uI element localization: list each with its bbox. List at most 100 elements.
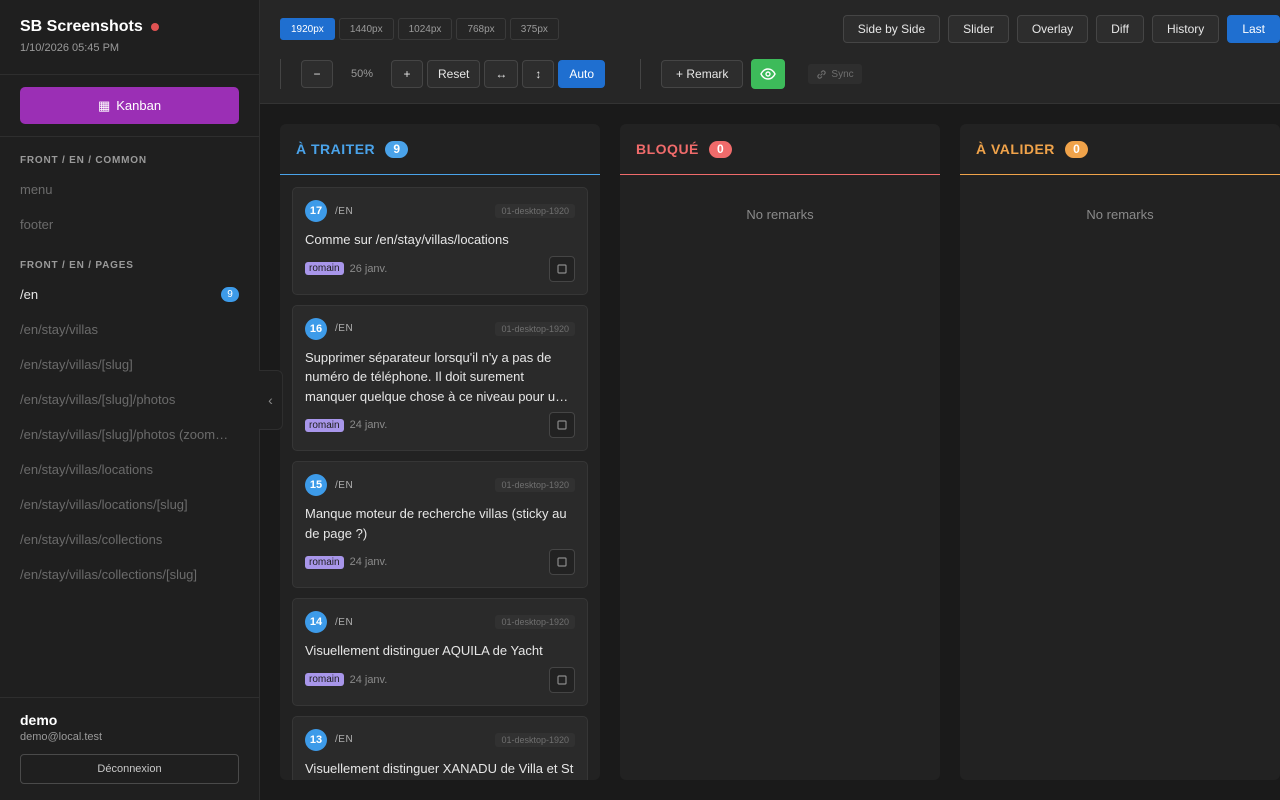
column-count-badge: 9 [385, 140, 409, 158]
kanban-wrap: ▦ Kanban [0, 75, 259, 137]
reset-button[interactable]: Reset [427, 60, 481, 88]
viewport-button[interactable]: 1920px [280, 18, 335, 40]
column-header: BLOQUÉ 0 [620, 124, 940, 175]
sidebar-item-label: /en/stay/villas/[slug]/photos (zoom… [20, 427, 229, 442]
sidebar-item[interactable]: /en/stay/villas/locations [0, 452, 259, 487]
view-mode-button[interactable]: History [1151, 15, 1220, 43]
viewport-button[interactable]: 1024px [397, 18, 453, 40]
link-icon [817, 69, 827, 79]
divider [640, 59, 642, 89]
fit-height-button[interactable]: ↕ [522, 60, 555, 88]
view-mode-button[interactable]: Diff [1096, 15, 1144, 43]
sidebar-item[interactable]: /en/stay/villas/collections/[slug] [0, 557, 259, 592]
sidebar-footer: demo demo@local.test Déconnexion [0, 697, 259, 800]
sidebar-item[interactable]: /en/stay/villas/locations/[slug] [0, 487, 259, 522]
viewport-button[interactable]: 768px [456, 18, 506, 40]
remark-number-badge: 17 [305, 200, 327, 222]
viewport-selector: 1920px 1440px 1024px 768px 375px [280, 18, 559, 40]
eye-icon [760, 68, 777, 80]
app-title-text: SB Screenshots [20, 18, 143, 35]
remark-card[interactable]: 15/EN 01-desktop-1920 Manque moteur de rec… [292, 461, 588, 588]
main-area: 1920px 1440px 1024px 768px 375px Side by Sid… [260, 0, 1280, 800]
remark-number-badge: 14 [305, 611, 327, 633]
sidebar-section-title: FRONT / EN / PAGES [20, 260, 134, 271]
remark-card[interactable]: 17/EN 01-desktop-1920 Comme sur /en/stay/v… [292, 187, 588, 295]
sidebar-item[interactable]: /en 9 [0, 277, 259, 312]
sidebar-section-title: FRONT / EN / COMMON [20, 155, 147, 166]
card-page-path: /EN [335, 479, 354, 491]
card-meta: romain 24 janv. [305, 555, 388, 569]
open-icon [557, 674, 567, 685]
kanban-column: À VALIDER 0 No remarks [960, 124, 1280, 780]
zoom-level: 50% [350, 68, 374, 80]
toggle-remarks-visibility-button[interactable] [751, 59, 786, 89]
sidebar-item-label: /en/stay/villas/[slug] [20, 357, 133, 372]
remark-text: Manque moteur de recherche villas (stick… [305, 506, 567, 541]
kanban-label: Kanban [116, 98, 162, 113]
remark-text: Visuellement distinguer AQUILA de Yacht [305, 643, 543, 658]
empty-state-text: No remarks [1086, 207, 1154, 222]
sidebar-item[interactable]: menu [0, 172, 259, 207]
logout-button[interactable]: Déconnexion [20, 754, 239, 784]
remark-date: 24 janv. [349, 556, 388, 568]
open-icon [557, 557, 567, 567]
open-remark-button[interactable] [549, 549, 575, 575]
viewport-button[interactable]: 1440px [338, 18, 394, 40]
card-id-wrap: 13/EN [305, 728, 354, 751]
zoom-in-button[interactable]: + [391, 60, 423, 88]
sidebar-item[interactable]: /en/stay/villas/[slug] [0, 347, 259, 382]
open-remark-button[interactable] [549, 666, 575, 693]
collapse-sidebar-button[interactable]: ‹ [259, 370, 283, 430]
card-page-path: /EN [335, 734, 354, 745]
open-remark-button[interactable] [549, 412, 575, 438]
card-id-wrap: 16/EN [305, 317, 353, 340]
sidebar-item[interactable]: /en/stay/villas/collections [0, 522, 259, 557]
add-remark-button[interactable]: + Remark [661, 60, 744, 88]
sidebar-item[interactable]: /en/stay/villas [0, 312, 259, 347]
sidebar-item[interactable]: /en/stay/villas/[slug]/photos [0, 382, 259, 417]
kanban-column: À TRAITER 9 17/EN 01-desktop-1920 Comme sur … [280, 124, 600, 780]
remark-date: 24 janv. [349, 419, 388, 431]
sidebar-item[interactable]: footer [0, 207, 259, 242]
remark-card[interactable]: 13/EN 01-desktop-1920 Visuellement disting… [292, 715, 588, 780]
auto-zoom-button[interactable]: Auto [558, 60, 606, 88]
card-page-path: /EN [335, 616, 354, 628]
screenshot-tag: 01-desktop-1920 [495, 204, 575, 218]
sidebar-item-label: /en/stay/villas/locations/[slug] [20, 497, 188, 512]
sidebar-item[interactable]: /en/stay/villas/[slug]/photos (zoom… [0, 417, 259, 452]
open-icon [557, 263, 567, 274]
column-count-badge: 0 [1064, 140, 1088, 158]
open-remark-button[interactable] [549, 255, 575, 282]
view-mode-button[interactable]: Last [1227, 15, 1280, 43]
remark-card[interactable]: 14/EN 01-desktop-1920 Visuellement disting… [292, 598, 588, 706]
card-id-wrap: 17/EN [305, 200, 353, 222]
card-meta: romain 26 janv. [305, 262, 387, 275]
remark-text: Visuellement distinguer XANADU de Villa … [305, 760, 574, 776]
column-title: BLOQUÉ [636, 141, 699, 157]
card-header: 15/EN 01-desktop-1920 [305, 474, 575, 496]
screenshot-tag: 01-desktop-1920 [495, 321, 575, 336]
card-header: 13/EN 01-desktop-1920 [305, 728, 575, 751]
toolbar: 1920px 1440px 1024px 768px 375px Side by Sid… [260, 0, 1280, 104]
viewport-button[interactable]: 375px [509, 18, 559, 40]
card-footer: romain 24 janv. [305, 412, 575, 438]
column-body: No remarks [960, 175, 1280, 780]
view-mode-button[interactable]: Slider [948, 15, 1009, 43]
card-page-path: /EN [335, 205, 354, 217]
fit-width-button[interactable]: ↔ [484, 60, 519, 88]
kanban-button[interactable]: ▦ Kanban [20, 87, 239, 124]
view-mode-button[interactable]: Overlay [1016, 15, 1089, 43]
app-root: SB Screenshots 1/10/2026 05:45 PM ▦ Kanb… [0, 0, 1280, 800]
remark-card[interactable]: 16/EN 01-desktop-1920 Supprimer séparateur… [292, 304, 588, 451]
zoom-out-button[interactable]: − [301, 60, 333, 88]
card-footer: romain 24 janv. [305, 666, 575, 693]
sidebar-item-label: menu [20, 182, 53, 197]
card-id-wrap: 15/EN [305, 474, 353, 496]
sync-toggle[interactable]: Sync [808, 64, 862, 84]
author-tag: romain [305, 418, 344, 432]
author-tag: romain [305, 673, 344, 686]
column-body: No remarks [620, 175, 940, 780]
sync-label: Sync [831, 68, 854, 80]
view-mode-button[interactable]: Side by Side [842, 15, 941, 43]
